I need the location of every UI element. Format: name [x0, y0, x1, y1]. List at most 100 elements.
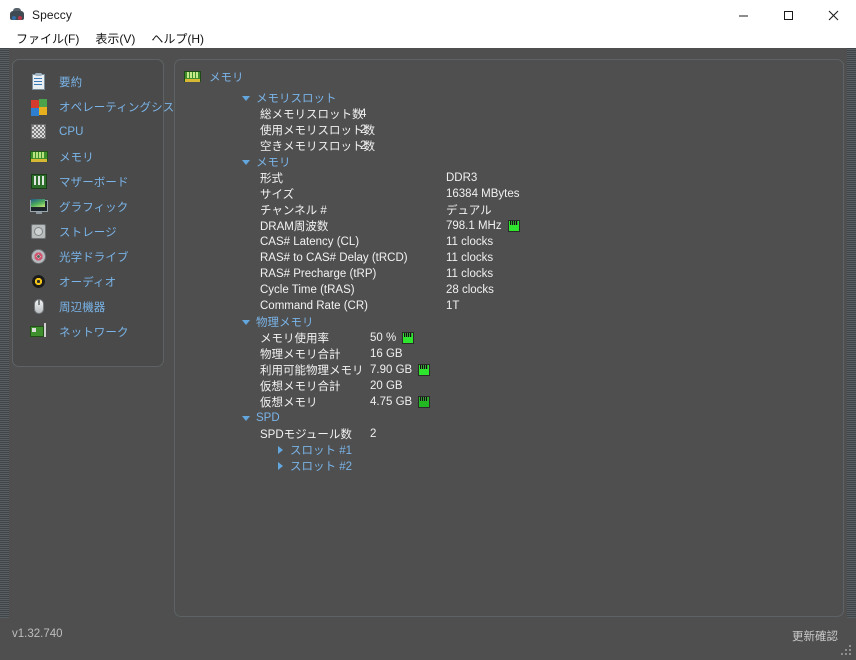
row-label: DRAM周波数: [260, 221, 329, 233]
chevron-down-icon[interactable]: [242, 318, 251, 327]
row-label: RAS# Precharge (tRP): [260, 268, 377, 280]
row-label: メモリ使用率: [260, 333, 329, 345]
table-row: RAS# Precharge (tRP) 11 clocks: [260, 266, 843, 282]
row-value: DDR3: [446, 172, 478, 184]
window-controls: [721, 0, 856, 30]
group-memory-slots[interactable]: メモリスロット: [242, 90, 843, 106]
sidebar-item-label: メモリ: [59, 151, 94, 164]
sidebar-item-label: グラフィック: [59, 201, 129, 214]
table-row: チャンネル # デュアル: [260, 202, 843, 218]
row-value: 2: [370, 428, 377, 440]
sidebar-item-operating-system[interactable]: オペレーティングシステム: [13, 94, 197, 119]
speaker-icon: [30, 273, 48, 291]
sidebar-item-graphics[interactable]: グラフィック: [13, 194, 163, 219]
row-value: 1T: [446, 300, 460, 312]
subgroup-slot-1[interactable]: スロット #1: [276, 442, 843, 458]
row-value: 2: [360, 140, 367, 152]
app-body: 要約 オペレーティングシステム CPU メモリ マザーボード グラフィック スト…: [0, 48, 856, 660]
table-row: 利用可能物理メモリ 7.90 GB: [260, 362, 843, 378]
group-physical-memory[interactable]: 物理メモリ: [242, 314, 843, 330]
menu-help[interactable]: ヘルプ(H): [143, 30, 212, 48]
sidebar-item-summary[interactable]: 要約: [13, 69, 163, 94]
resize-grip[interactable]: [841, 645, 853, 657]
table-row: 使用メモリスロット数 2: [260, 122, 843, 138]
sidebar-item-label: オーディオ: [59, 276, 117, 289]
check-update-button[interactable]: 更新確認: [792, 628, 838, 644]
maximize-button[interactable]: [766, 0, 811, 30]
chevron-down-icon[interactable]: [242, 158, 251, 167]
group-label: メモリスロット: [256, 93, 337, 105]
group-memory[interactable]: メモリ: [242, 154, 843, 170]
window-title: Speccy: [32, 8, 72, 22]
row-label: 総メモリスロット数: [260, 109, 364, 121]
subgroup-label: スロット #2: [290, 461, 352, 473]
group-spd[interactable]: SPD: [242, 410, 843, 426]
ram-icon: [30, 148, 48, 166]
row-value: 4: [360, 108, 367, 120]
close-button[interactable]: [811, 0, 856, 30]
status-bar: v1.32.740 更新確認: [0, 618, 856, 660]
sidebar-item-optical-drives[interactable]: 光学ドライブ: [13, 244, 163, 269]
row-label: 物理メモリ合計: [260, 349, 341, 361]
motherboard-icon: [30, 173, 48, 191]
row-label: チャンネル #: [260, 205, 327, 217]
row-value: 11 clocks: [446, 268, 494, 280]
row-value: 11 clocks: [446, 252, 494, 264]
table-row: 仮想メモリ 4.75 GB: [260, 394, 843, 410]
status-meter-icon: [402, 332, 415, 344]
sidebar-item-label: 周辺機器: [59, 301, 106, 314]
subgroup-label: スロット #1: [290, 445, 352, 457]
left-edge-stripes: [0, 48, 9, 660]
table-row: RAS# to CAS# Delay (tRCD) 11 clocks: [260, 250, 843, 266]
status-meter-icon: [418, 364, 431, 376]
row-value: 11 clocks: [446, 236, 494, 248]
monitor-icon: [30, 198, 48, 216]
row-label: 利用可能物理メモリ: [260, 365, 364, 377]
row-value: 7.90 GB: [370, 364, 413, 376]
optical-disc-icon: [30, 248, 48, 266]
subgroup-slot-2[interactable]: スロット #2: [276, 458, 843, 474]
table-row: 仮想メモリ合計 20 GB: [260, 378, 843, 394]
row-value: 50 %: [370, 332, 397, 344]
row-value: 4.75 GB: [370, 396, 413, 408]
minimize-button[interactable]: [721, 0, 766, 30]
sidebar-item-memory[interactable]: メモリ: [13, 144, 163, 169]
table-row: SPDモジュール数 2: [260, 426, 843, 442]
clipboard-icon: [30, 72, 48, 91]
chevron-down-icon[interactable]: [242, 94, 251, 103]
row-label: Cycle Time (tRAS): [260, 284, 355, 296]
sidebar-item-label: ネットワーク: [59, 326, 129, 339]
row-value: デュアル: [446, 205, 492, 217]
sidebar-item-motherboard[interactable]: マザーボード: [13, 169, 163, 194]
title-bar: Speccy: [0, 0, 856, 30]
status-meter-icon: [507, 220, 520, 232]
menu-view[interactable]: 表示(V): [87, 30, 143, 48]
sidebar-item-audio[interactable]: オーディオ: [13, 269, 163, 294]
table-row: Command Rate (CR) 1T: [260, 298, 843, 314]
group-label: SPD: [256, 412, 280, 424]
sidebar-item-network[interactable]: ネットワーク: [13, 319, 163, 344]
mouse-icon: [30, 298, 48, 316]
row-value: 16384 MBytes: [446, 188, 520, 200]
row-label: 空きメモリスロット数: [260, 141, 375, 153]
row-label: Command Rate (CR): [260, 300, 368, 312]
row-label: RAS# to CAS# Delay (tRCD): [260, 252, 408, 264]
sidebar-item-peripherals[interactable]: 周辺機器: [13, 294, 163, 319]
menu-file[interactable]: ファイル(F): [8, 30, 87, 48]
sidebar-item-label: 光学ドライブ: [59, 251, 129, 264]
sidebar-item-cpu[interactable]: CPU: [13, 119, 163, 144]
sidebar-item-label: CPU: [59, 125, 84, 138]
table-row: 物理メモリ合計 16 GB: [260, 346, 843, 362]
chevron-right-icon[interactable]: [276, 445, 285, 455]
table-row: Cycle Time (tRAS) 28 clocks: [260, 282, 843, 298]
right-edge-stripes: [847, 48, 856, 660]
menu-bar: ファイル(F) 表示(V) ヘルプ(H): [0, 30, 856, 48]
table-row: DRAM周波数 798.1 MHz: [260, 218, 843, 234]
chevron-down-icon[interactable]: [242, 414, 251, 423]
chevron-right-icon[interactable]: [276, 461, 285, 471]
sidebar-item-storage[interactable]: ストレージ: [13, 219, 163, 244]
content-panel: メモリ メモリスロット 総メモリスロット数 4 使用メモリスロット数 2 空きメ…: [174, 59, 844, 617]
row-value: 798.1 MHz: [446, 220, 502, 232]
table-row: CAS# Latency (CL) 11 clocks: [260, 234, 843, 250]
sidebar-item-label: マザーボード: [59, 176, 129, 189]
